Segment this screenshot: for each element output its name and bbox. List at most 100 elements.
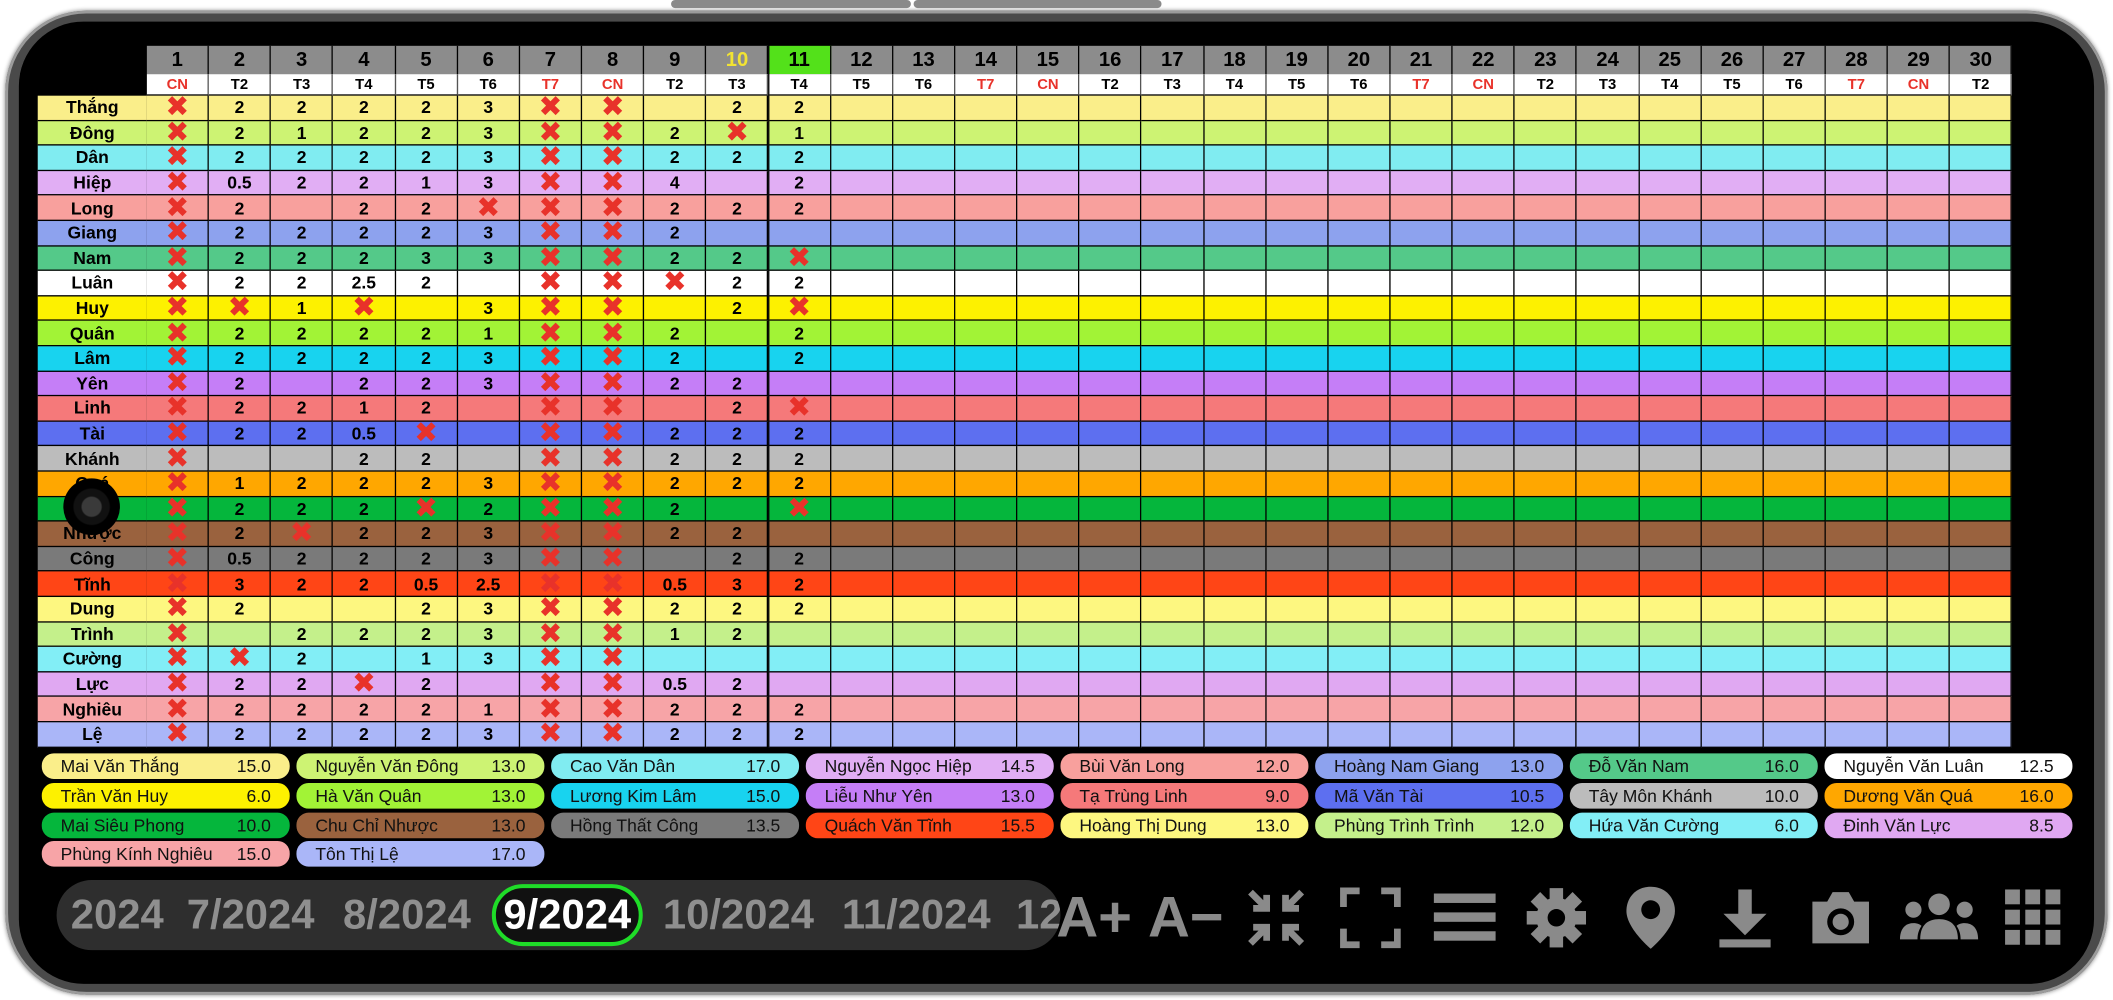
day-cell[interactable] [457, 421, 520, 447]
day-cell[interactable] [1888, 170, 1951, 196]
day-cell[interactable] [1577, 296, 1640, 322]
day-cell[interactable] [1577, 622, 1640, 648]
day-cell[interactable] [1950, 296, 2013, 322]
day-cell[interactable] [1888, 95, 1951, 121]
day-cell[interactable]: 2 [395, 371, 458, 397]
day-cell[interactable] [1763, 647, 1826, 673]
day-cell[interactable] [1514, 246, 1578, 272]
day-cell[interactable] [1390, 622, 1453, 648]
day-cell[interactable] [1950, 697, 2013, 723]
day-cell[interactable] [1390, 571, 1453, 598]
day-cell[interactable] [1514, 296, 1578, 322]
day-cell[interactable] [706, 346, 769, 372]
day-cell[interactable] [1141, 95, 1205, 121]
day-cell[interactable] [1639, 496, 1702, 522]
day-cell[interactable] [1763, 396, 1826, 422]
day-cell[interactable]: 2 [271, 396, 334, 422]
day-cell[interactable]: 2 [333, 95, 396, 121]
month-selector[interactable]: 2024 7/2024 8/2024 9/2024 10/2024 11/202… [56, 880, 1061, 951]
day-cell[interactable]: 2 [395, 521, 458, 547]
day-cell[interactable] [1825, 170, 1889, 196]
day-cell[interactable]: 1 [457, 697, 520, 723]
month-item-selected[interactable]: 9/2024 [491, 884, 643, 947]
day-cell[interactable] [1452, 221, 1515, 247]
day-cell[interactable] [955, 120, 1018, 146]
summary-chip[interactable]: Tạ Trùng Linh 9.0 [1060, 782, 1309, 809]
day-cell[interactable] [1141, 672, 1205, 698]
day-cell[interactable] [1825, 471, 1889, 497]
day-cell[interactable] [1390, 346, 1453, 372]
day-cell[interactable] [1950, 546, 2013, 572]
day-cell[interactable] [1328, 396, 1391, 422]
day-cell[interactable] [893, 421, 956, 447]
day-cell[interactable]: 2 [644, 371, 707, 397]
day-cell[interactable]: ✖ [768, 294, 831, 322]
day-cell[interactable] [1390, 145, 1453, 171]
day-cell[interactable] [1141, 722, 1205, 748]
day-cell[interactable]: 2 [209, 195, 272, 222]
day-cell[interactable] [1328, 421, 1391, 447]
day-cell[interactable] [955, 346, 1018, 372]
day-cell[interactable] [1390, 371, 1453, 397]
day-cell[interactable]: 2 [395, 672, 458, 698]
day-cell[interactable] [1577, 672, 1640, 698]
day-cell[interactable] [1204, 722, 1267, 748]
day-cell[interactable]: 2 [706, 471, 769, 497]
day-cell[interactable]: 2 [457, 496, 520, 522]
day-cell[interactable]: 2 [644, 421, 707, 447]
day-cell[interactable] [1017, 346, 1080, 372]
day-cell[interactable] [1017, 246, 1080, 272]
day-cell[interactable]: 2 [271, 471, 334, 497]
day-cell[interactable] [1639, 622, 1702, 648]
day-cell[interactable]: 2 [333, 120, 396, 146]
day-cell[interactable] [955, 246, 1018, 272]
day-cell[interactable] [1825, 271, 1889, 297]
day-cell[interactable] [1577, 221, 1640, 247]
day-cell[interactable] [1079, 221, 1142, 247]
day-cell[interactable] [1204, 271, 1267, 297]
day-cell[interactable] [1328, 597, 1391, 623]
day-cell[interactable] [1888, 647, 1951, 673]
day-cell[interactable]: ✖ [209, 294, 272, 322]
day-cell[interactable]: 2 [333, 246, 396, 272]
day-cell[interactable] [1204, 647, 1267, 673]
day-cell[interactable]: 1 [209, 471, 272, 497]
day-cell[interactable] [1888, 446, 1951, 472]
day-cell[interactable] [1328, 296, 1391, 322]
day-cell[interactable]: ✖ [768, 394, 831, 422]
day-cell[interactable] [1079, 496, 1142, 522]
day-cell[interactable] [1514, 722, 1578, 748]
summary-chip[interactable]: Hoàng Thị Dung 13.0 [1060, 812, 1309, 838]
day-cell[interactable] [1452, 95, 1515, 121]
day-cell[interactable] [1328, 622, 1391, 648]
day-cell[interactable] [1141, 221, 1205, 247]
day-cell[interactable] [1514, 145, 1578, 171]
day-cell[interactable]: 2 [706, 622, 769, 648]
day-cell[interactable] [893, 195, 956, 222]
summary-chip[interactable]: Nguyễn Văn Luân 12.5 [1824, 753, 2073, 779]
day-cell[interactable] [1514, 471, 1578, 497]
day-cell[interactable] [1017, 170, 1080, 196]
day-cell[interactable] [1141, 396, 1205, 422]
day-cell[interactable]: 2 [395, 145, 458, 171]
day-cell[interactable] [1266, 546, 1329, 572]
day-cell[interactable] [1141, 546, 1205, 572]
day-cell[interactable] [1950, 622, 2013, 648]
day-cell[interactable] [1079, 396, 1142, 422]
day-cell[interactable]: 2 [209, 221, 272, 247]
day-cell[interactable]: 2 [271, 571, 334, 598]
day-cell[interactable] [1390, 722, 1453, 748]
day-cell[interactable] [955, 396, 1018, 422]
day-cell[interactable] [1888, 296, 1951, 322]
day-cell[interactable] [1763, 672, 1826, 698]
settings-icon[interactable] [1523, 884, 1590, 951]
day-cell[interactable]: 0.5 [209, 170, 272, 196]
day-cell[interactable]: 2 [644, 321, 707, 347]
day-cell[interactable] [1763, 521, 1826, 547]
day-cell[interactable] [1763, 371, 1826, 397]
day-cell[interactable] [1452, 647, 1515, 673]
summary-chip[interactable]: Mai Siêu Phong 10.0 [41, 812, 290, 838]
day-cell[interactable] [1763, 170, 1826, 196]
day-cell[interactable]: 2 [395, 697, 458, 723]
day-cell[interactable]: 3 [457, 546, 520, 572]
